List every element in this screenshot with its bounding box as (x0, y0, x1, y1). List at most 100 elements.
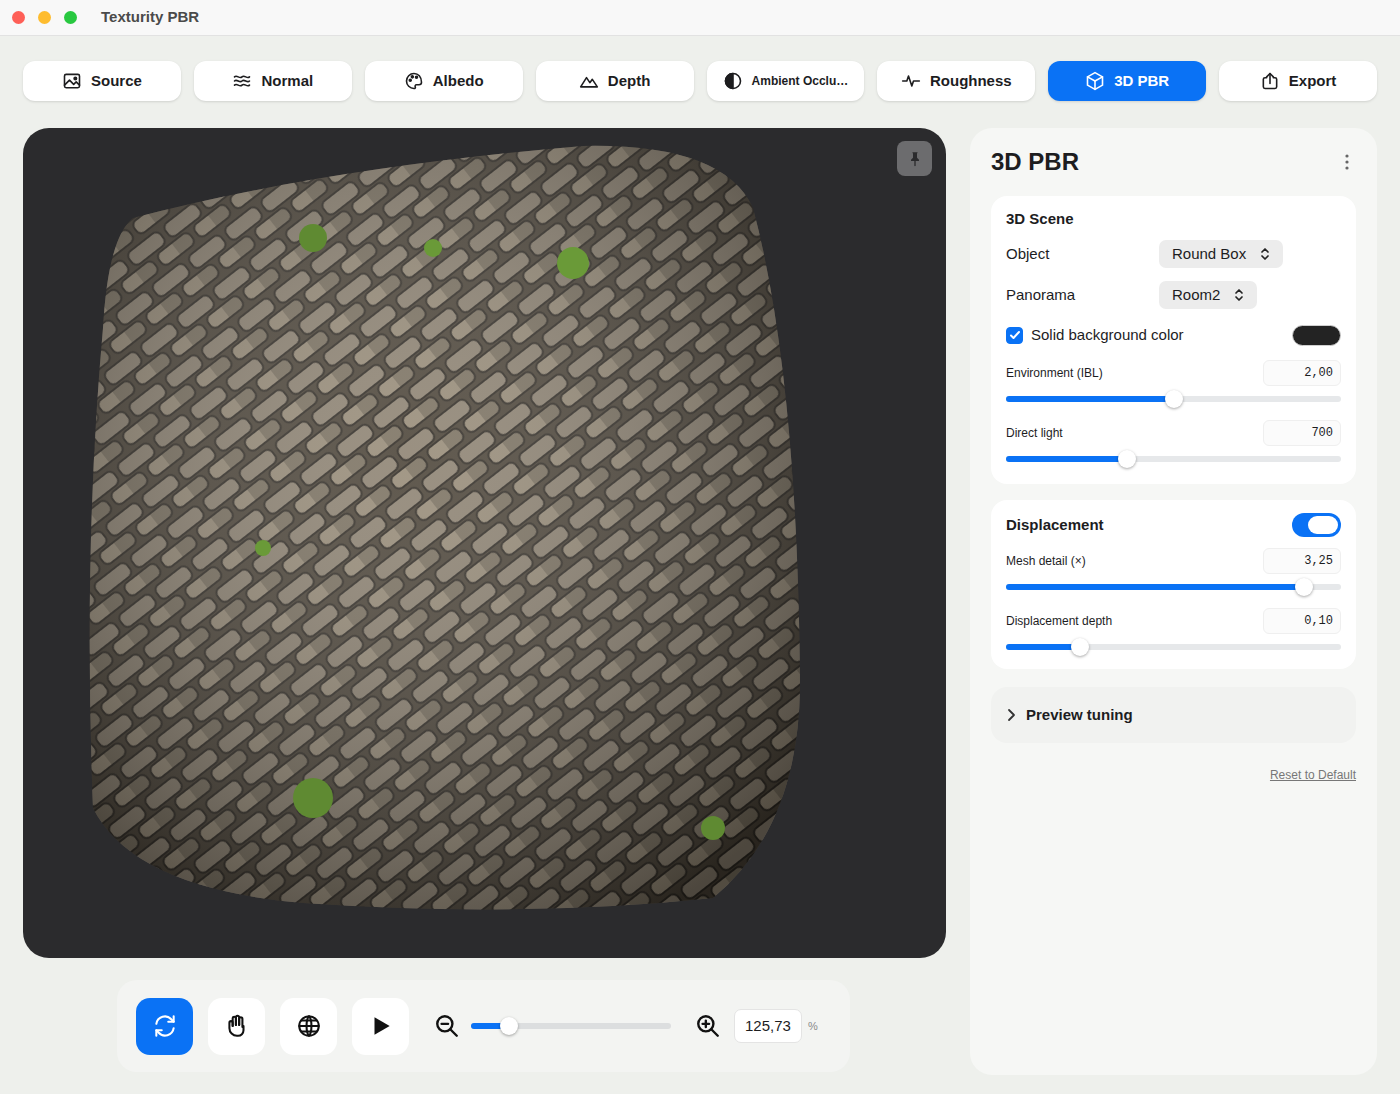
tab[interactable]: Source (23, 61, 181, 101)
tab[interactable]: Albedo (365, 61, 523, 101)
zoom-unit: % (808, 1018, 818, 1035)
tab-label: Roughness (930, 70, 1012, 93)
slider-area (1006, 390, 1341, 408)
value-field[interactable]: 700 (1263, 420, 1341, 446)
tab-label: 3D PBR (1114, 70, 1169, 93)
value-field[interactable]: 0,10 (1263, 608, 1341, 634)
slider-thumb[interactable] (1165, 390, 1183, 408)
chevron-icon (1006, 708, 1016, 722)
round-box-render[interactable] (23, 128, 946, 958)
reset-row: Reset to Default (991, 766, 1356, 784)
slider-value: 2,00 (1304, 364, 1333, 382)
slider-row: Environment (IBL) 2,00 (1006, 360, 1341, 408)
tab[interactable]: Ambient Occlu… (707, 61, 865, 101)
value-field[interactable]: 2,00 (1263, 360, 1341, 386)
slider-thumb[interactable] (1295, 578, 1313, 596)
slider-thumb[interactable] (1118, 450, 1136, 468)
panel-header: 3D PBR (991, 147, 1356, 177)
window-controls (12, 11, 77, 24)
slider-track[interactable] (1006, 584, 1341, 590)
slider-row: Displacement depth0,10 (1006, 608, 1341, 656)
slider-track[interactable] (1006, 644, 1341, 650)
reset-link[interactable]: Reset to Default (1270, 766, 1356, 784)
slider-track[interactable] (1006, 396, 1341, 402)
tab-label: Ambient Occlu… (752, 72, 849, 90)
hand-icon (224, 1013, 250, 1039)
cube-icon (1085, 71, 1105, 91)
title-bar: Texturity PBR (0, 0, 1400, 36)
tool-button[interactable] (208, 998, 265, 1055)
tab[interactable]: Depth (536, 61, 694, 101)
play-icon (368, 1013, 394, 1039)
slider-fill (1006, 584, 1304, 590)
minimize-button[interactable] (38, 11, 51, 24)
zoom-slider-thumb[interactable] (500, 1017, 518, 1035)
tab[interactable]: Roughness (877, 61, 1035, 101)
properties-panel: 3D PBR3D SceneObjectRound BoxPanoramaRoo… (970, 128, 1377, 1075)
slider-header: Direct light700 (1006, 420, 1341, 446)
mountains-icon (579, 71, 599, 91)
zoom-button[interactable] (64, 11, 77, 24)
scene-card: 3D SceneObjectRound BoxPanoramaRoom2Soli… (991, 196, 1356, 484)
slider-label: Environment (IBL) (1006, 364, 1103, 382)
checkbox-label[interactable]: Solid background color (1031, 324, 1184, 347)
tab[interactable]: Normal (194, 61, 352, 101)
zoom-out-icon[interactable] (434, 1013, 460, 1039)
globe-icon (296, 1013, 322, 1039)
tab-label: Albedo (433, 70, 484, 93)
checkbox-row: Solid background color (1006, 321, 1341, 349)
dropdown-value: Room2 (1172, 284, 1220, 307)
tab[interactable]: Export (1219, 61, 1377, 101)
slider-header: Environment (IBL) 2,00 (1006, 360, 1341, 386)
preview-tuning-section[interactable]: Preview tuning (991, 687, 1356, 743)
window-title: Texturity PBR (101, 6, 199, 29)
field-label: Object (1006, 243, 1159, 266)
field-label: Panorama (1006, 284, 1159, 307)
checkbox-label-group: Solid background color (1006, 324, 1184, 347)
slider-row: Direct light700 (1006, 420, 1341, 468)
pin-icon[interactable] (897, 141, 932, 176)
tab-label: Normal (261, 70, 313, 93)
image-icon (62, 71, 82, 91)
color-swatch[interactable] (1292, 325, 1341, 346)
zoom-in-icon[interactable] (695, 1013, 721, 1039)
slider-header: Mesh detail (×) 3,25 (1006, 548, 1341, 574)
tool-button[interactable] (280, 998, 337, 1055)
slider-track[interactable] (1006, 456, 1341, 462)
dropdown[interactable]: Room2 (1159, 281, 1257, 309)
zoom-field[interactable]: 125,73 (734, 1009, 802, 1043)
tab-bar: Source Normal Albedo Depth Ambient Occlu… Rou… (23, 61, 1377, 101)
value-field[interactable]: 3,25 (1263, 548, 1341, 574)
slider-fill (1006, 456, 1127, 462)
viewport[interactable] (23, 128, 946, 958)
slider-value: 700 (1311, 424, 1333, 442)
tab-label: Export (1289, 70, 1337, 93)
chevron-icon (1260, 247, 1270, 261)
section-title: Preview tuning (1026, 704, 1133, 727)
slider-fill (1006, 396, 1174, 402)
zoom-slider[interactable] (471, 1023, 671, 1029)
close-button[interactable] (12, 11, 25, 24)
slider-area (1006, 638, 1341, 656)
tool-button[interactable] (136, 998, 193, 1055)
more-icon[interactable] (1344, 153, 1350, 171)
section-header: Displacement (1006, 512, 1341, 538)
panel-title: 3D PBR (991, 147, 1079, 177)
tab[interactable]: 3D PBR (1048, 61, 1206, 101)
toggle-knob (1308, 516, 1338, 534)
pulse-icon (901, 71, 921, 91)
slider-value: 3,25 (1304, 552, 1333, 570)
viewer-column: 125,73% (23, 128, 946, 1075)
checkbox[interactable] (1006, 327, 1023, 344)
dropdown[interactable]: Round Box (1159, 240, 1283, 268)
rotate-icon (152, 1013, 178, 1039)
section-title: 3D Scene (1006, 209, 1341, 229)
share-icon (1260, 71, 1280, 91)
select-row: ObjectRound Box (1006, 240, 1341, 268)
slider-label: Mesh detail (×) (1006, 552, 1086, 570)
slider-thumb[interactable] (1071, 638, 1089, 656)
section-title: Displacement (1006, 514, 1104, 537)
toggle[interactable] (1292, 513, 1341, 537)
tool-button[interactable] (352, 998, 409, 1055)
slider-area (1006, 578, 1341, 596)
